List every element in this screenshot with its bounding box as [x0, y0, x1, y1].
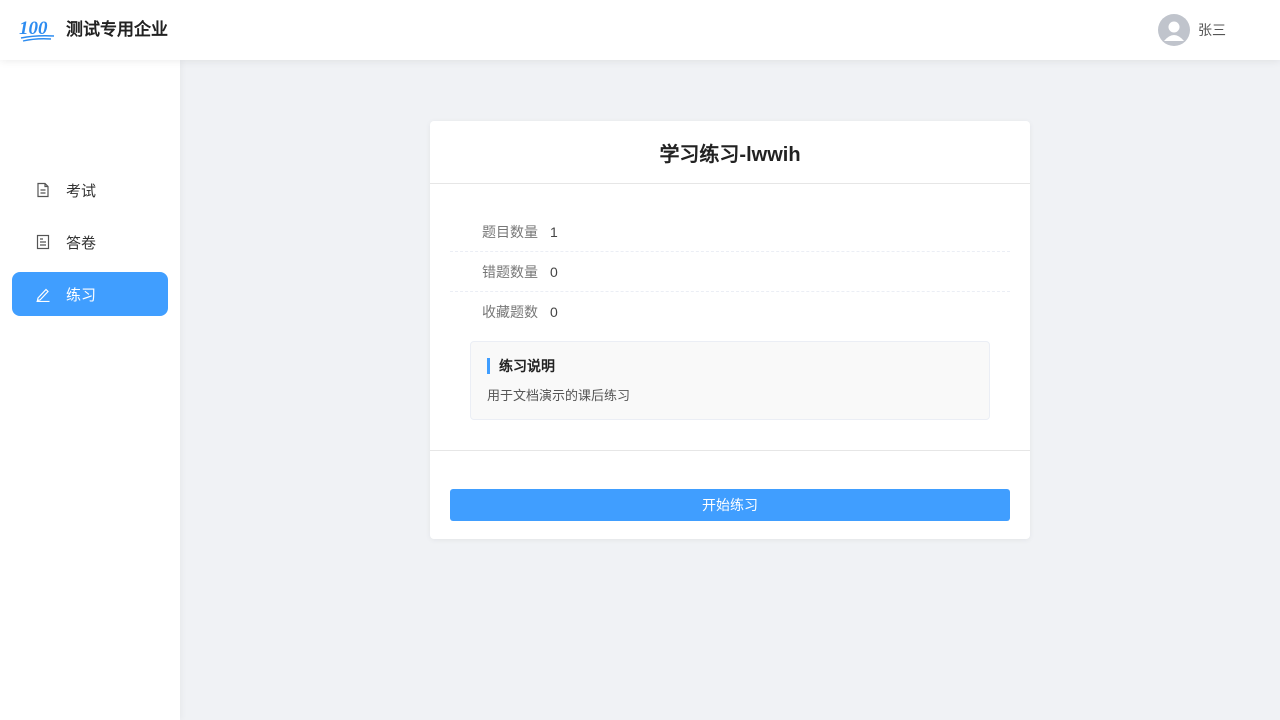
stat-value: 1	[550, 223, 558, 240]
sidebar-item-exam[interactable]: 考试	[12, 168, 168, 212]
stat-row-question-count: 题目数量 1	[450, 212, 1010, 252]
sidebar-item-label: 考试	[66, 182, 97, 200]
stat-label: 错题数量	[482, 263, 538, 280]
user-icon	[1164, 21, 1184, 41]
stat-row-wrong-count: 错题数量 0	[450, 252, 1010, 292]
practice-title: 学习练习-lwwih	[430, 121, 1030, 184]
avatar[interactable]	[1158, 14, 1190, 46]
answer-sheet-icon	[34, 233, 52, 251]
stat-row-favorite-count: 收藏题数 0	[450, 292, 1010, 332]
practice-card: 学习练习-lwwih 题目数量 1 错题数量 0 收藏题数 0 练习说明 用于文…	[430, 121, 1030, 539]
pen-icon	[34, 285, 52, 303]
description-text: 用于文档演示的课后练习	[487, 388, 631, 403]
sidebar-item-answer-sheet[interactable]: 答卷	[12, 220, 168, 264]
start-practice-button[interactable]: 开始练习	[450, 489, 1010, 521]
sidebar-item-label: 答卷	[66, 234, 97, 252]
practice-stats: 题目数量 1 错题数量 0 收藏题数 0	[450, 212, 1010, 332]
stat-label: 题目数量	[482, 223, 538, 240]
stat-value: 0	[550, 263, 558, 280]
practice-description: 练习说明 用于文档演示的课后练习	[470, 341, 990, 420]
document-icon	[34, 181, 52, 199]
top-header: 100 测试专用企业 张三	[0, 0, 1280, 60]
user-menu[interactable]: 张三	[1158, 14, 1226, 46]
description-title: 练习说明	[487, 358, 555, 374]
stat-label: 收藏题数	[482, 304, 538, 320]
sidebar-item-practice[interactable]: 练习	[12, 272, 168, 316]
logo-100-icon: 100	[19, 18, 55, 42]
user-name: 张三	[1198, 22, 1226, 38]
company-name: 测试专用企业	[66, 20, 168, 39]
sidebar: 考试 答卷 练习	[0, 60, 180, 720]
sidebar-item-label: 练习	[66, 286, 97, 304]
stat-value: 0	[550, 304, 558, 320]
card-divider	[430, 450, 1030, 451]
